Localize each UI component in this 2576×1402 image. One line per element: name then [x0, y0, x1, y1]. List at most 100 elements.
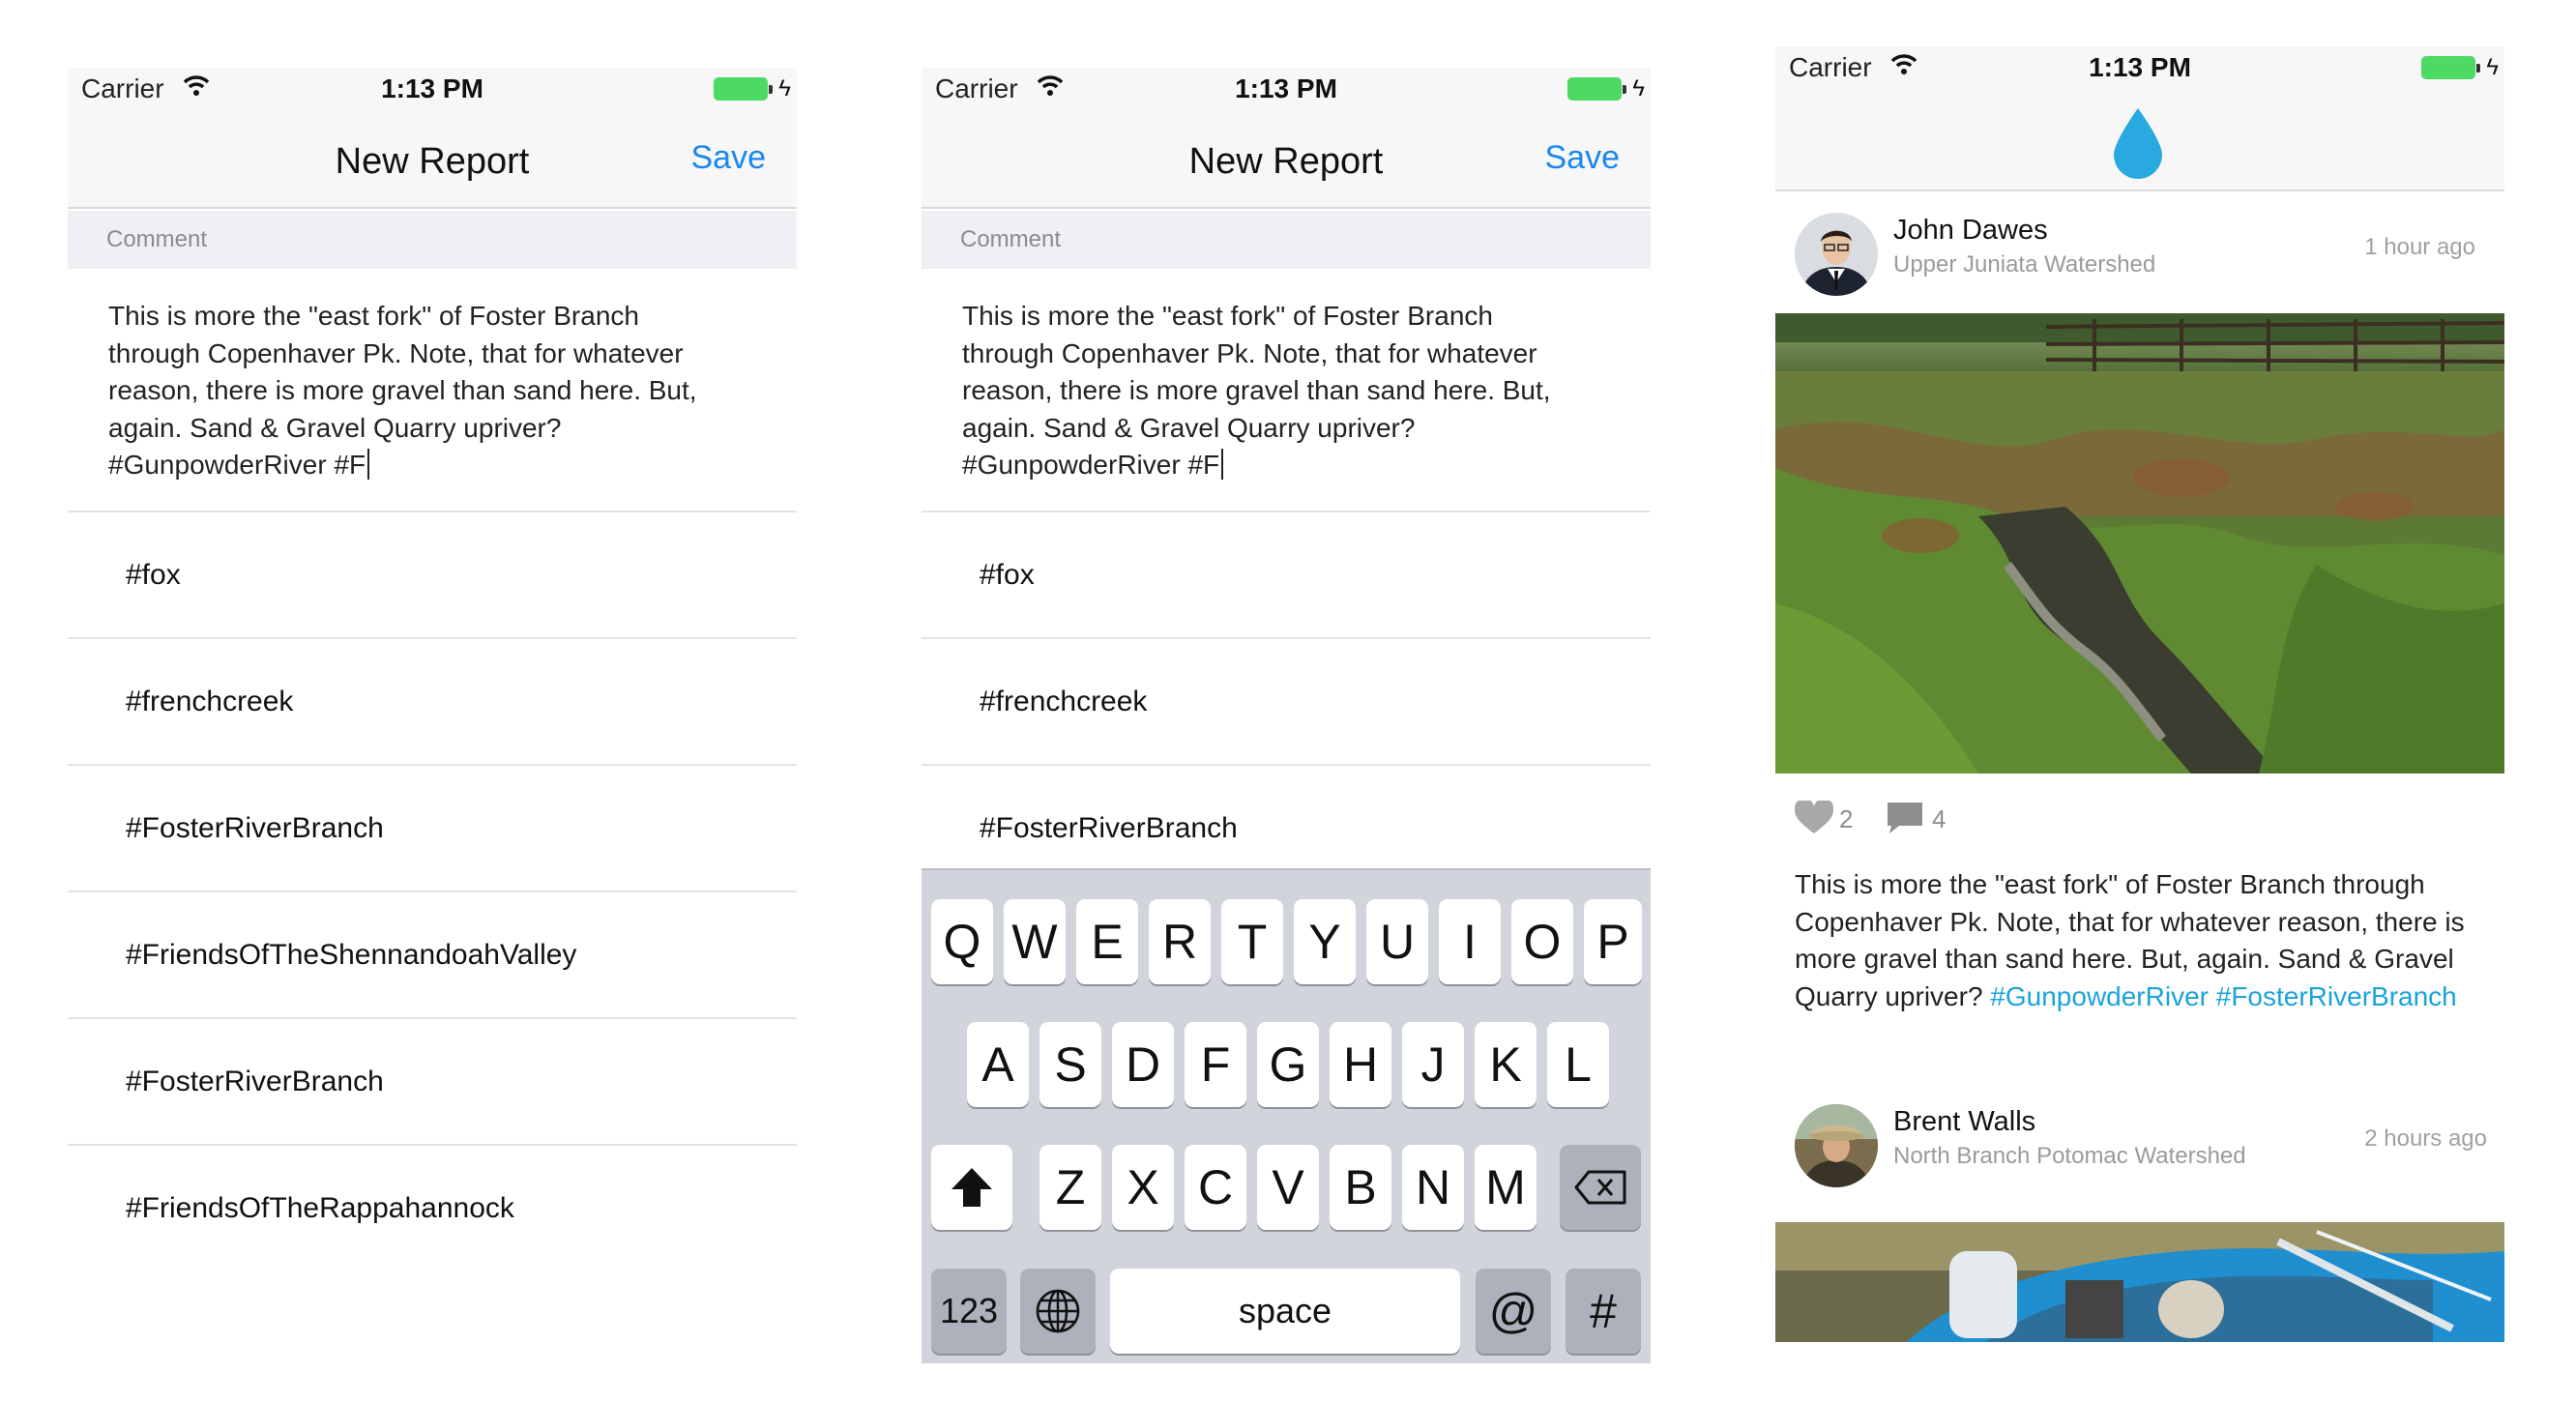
water-drop-logo-icon	[2114, 108, 2162, 179]
save-button[interactable]: Save	[691, 139, 767, 177]
backspace-icon	[1574, 1170, 1626, 1205]
keyboard: Q W E R T Y U I O P A S D F G H J K L Z …	[922, 868, 1651, 1363]
key-x[interactable]: X	[1112, 1145, 1174, 1230]
comment-section-header: Comment	[922, 211, 1651, 269]
status-bar: Carrier 1:13 PM ϟ	[68, 68, 797, 112]
hashtag-suggestion[interactable]: #FriendsOfTheRappahannock	[68, 1144, 797, 1271]
comment-line: #GunpowderRiver #F	[108, 450, 366, 480]
hashtag-suggestion[interactable]: #fox	[922, 511, 1651, 637]
key-l[interactable]: L	[1547, 1022, 1609, 1107]
key-d[interactable]: D	[1112, 1022, 1174, 1107]
post-watershed: North Branch Potomac Watershed	[1893, 1143, 2246, 1169]
key-o[interactable]: O	[1511, 899, 1573, 984]
comment-line: reason, there is more gravel than sand h…	[962, 375, 1551, 405]
key-i[interactable]: I	[1439, 899, 1501, 984]
comment-line: again. Sand & Gravel Quarry upriver?	[108, 412, 562, 443]
key-t[interactable]: T	[1221, 899, 1283, 984]
hashtag-suggestion[interactable]: #FriendsOfTheShennandoahValley	[68, 891, 797, 1017]
key-n[interactable]: N	[1402, 1145, 1464, 1230]
post-timestamp: 1 hour ago	[2364, 234, 2475, 260]
key-y[interactable]: Y	[1294, 899, 1356, 984]
hashtag-suggestion[interactable]: #fox	[68, 511, 797, 637]
key-p[interactable]: P	[1584, 899, 1642, 984]
hash-key[interactable]: #	[1566, 1269, 1641, 1354]
status-time: 1:13 PM	[1235, 73, 1337, 103]
caption-line: This is more the "east fork" of Foster B…	[1795, 869, 2425, 899]
comment-text-view[interactable]: This is more the "east fork" of Foster B…	[962, 298, 1581, 484]
key-m[interactable]: M	[1475, 1145, 1537, 1230]
post-header[interactable]: Brent Walls North Branch Potomac Watersh…	[1775, 1085, 2504, 1193]
heart-icon[interactable]	[1795, 801, 1833, 835]
comment-line: again. Sand & Gravel Quarry upriver?	[962, 412, 1416, 443]
save-button[interactable]: Save	[1545, 139, 1621, 177]
key-z[interactable]: Z	[1039, 1145, 1101, 1230]
hashtag-suggestion[interactable]: #frenchcreek	[922, 637, 1651, 764]
post-caption: This is more the "east fork" of Foster B…	[1795, 866, 2491, 1015]
avatar[interactable]	[1795, 1104, 1878, 1187]
hashtag-suggestion-list: #fox #frenchcreek #FosterRiverBranch	[922, 511, 1651, 891]
creek-photo-image	[1775, 313, 2504, 774]
key-g[interactable]: G	[1257, 1022, 1319, 1107]
key-h[interactable]: H	[1330, 1022, 1391, 1107]
post-author[interactable]: Brent Walls	[1893, 1106, 2035, 1138]
space-key[interactable]: space	[1110, 1269, 1460, 1354]
post-watershed: Upper Juniata Watershed	[1893, 251, 2156, 277]
post-author[interactable]: John Dawes	[1893, 215, 2048, 247]
text-cursor	[367, 449, 370, 480]
post-timestamp: 2 hours ago	[2364, 1125, 2487, 1152]
key-q[interactable]: Q	[931, 899, 993, 984]
hashtag-suggestion[interactable]: #FosterRiverBranch	[68, 1017, 797, 1144]
battery-icon	[1567, 77, 1626, 101]
at-key[interactable]: @	[1476, 1269, 1551, 1354]
post-photo[interactable]	[1775, 313, 2504, 774]
hashtag-suggestion-list: #fox #frenchcreek #FosterRiverBranch #Fr…	[68, 511, 797, 1271]
shift-arrow-icon	[951, 1168, 992, 1207]
globe-key[interactable]	[1020, 1269, 1096, 1354]
post-photo[interactable]	[1775, 1222, 2504, 1342]
key-e[interactable]: E	[1076, 899, 1138, 984]
key-s[interactable]: S	[1039, 1022, 1101, 1107]
charging-bolt-icon: ϟ	[778, 75, 791, 102]
kayak-photo-image	[1775, 1222, 2504, 1342]
comment-line: This is more the "east fork" of Foster B…	[962, 301, 1493, 331]
comment-line: This is more the "east fork" of Foster B…	[108, 301, 639, 331]
comment-icon[interactable]	[1886, 801, 1924, 833]
new-report-screen-suggestions: Carrier 1:13 PM ϟ New Report Save Commen…	[68, 68, 797, 1286]
comment-text-view[interactable]: This is more the "east fork" of Foster B…	[108, 298, 727, 484]
key-w[interactable]: W	[1004, 899, 1066, 984]
comment-line: #GunpowderRiver #F	[962, 450, 1220, 480]
like-count: 2	[1839, 804, 1854, 833]
avatar-image	[1795, 213, 1878, 296]
hashtag-suggestion[interactable]: #FosterRiverBranch	[68, 764, 797, 891]
caption-line: Copenhaver Pk. Note, that for whatever r…	[1795, 906, 2465, 937]
navigation-bar: New Report Save	[68, 112, 797, 209]
shift-key[interactable]	[931, 1145, 1012, 1230]
hashtag-link[interactable]: #FosterRiverBranch	[2216, 981, 2457, 1011]
key-u[interactable]: U	[1366, 899, 1428, 984]
hashtag-suggestion[interactable]: #frenchcreek	[68, 637, 797, 764]
feed-screen: Carrier 1:13 PM ϟ John Dawes Upper Junia…	[1775, 46, 2504, 1342]
key-j[interactable]: J	[1402, 1022, 1464, 1107]
key-r[interactable]: R	[1149, 899, 1211, 984]
key-c[interactable]: C	[1185, 1145, 1246, 1230]
status-bar: Carrier 1:13 PM ϟ	[1775, 46, 2504, 91]
charging-bolt-icon: ϟ	[1632, 75, 1645, 102]
hashtag-link[interactable]: #GunpowderRiver	[1990, 981, 2209, 1011]
key-b[interactable]: B	[1330, 1145, 1391, 1230]
post-header[interactable]: John Dawes Upper Juniata Watershed 1 hou…	[1775, 193, 2504, 302]
key-a[interactable]: A	[967, 1022, 1029, 1107]
charging-bolt-icon: ϟ	[2486, 54, 2499, 80]
feed-header: Carrier 1:13 PM ϟ	[1775, 46, 2504, 191]
key-f[interactable]: F	[1185, 1022, 1246, 1107]
numbers-key[interactable]: 123	[931, 1269, 1007, 1354]
comment-section-header: Comment	[68, 211, 797, 269]
key-v[interactable]: V	[1257, 1145, 1319, 1230]
battery-icon	[2421, 56, 2480, 79]
caption-line: Quarry upriver?	[1795, 980, 1991, 1011]
avatar[interactable]	[1795, 213, 1878, 296]
comment-line: through Copenhaver Pk. Note, that for wh…	[962, 337, 1537, 368]
key-k[interactable]: K	[1475, 1022, 1537, 1107]
globe-icon	[1036, 1289, 1080, 1333]
caption-line: more gravel than sand here. But, again. …	[1795, 944, 2454, 974]
delete-key[interactable]	[1560, 1145, 1641, 1230]
